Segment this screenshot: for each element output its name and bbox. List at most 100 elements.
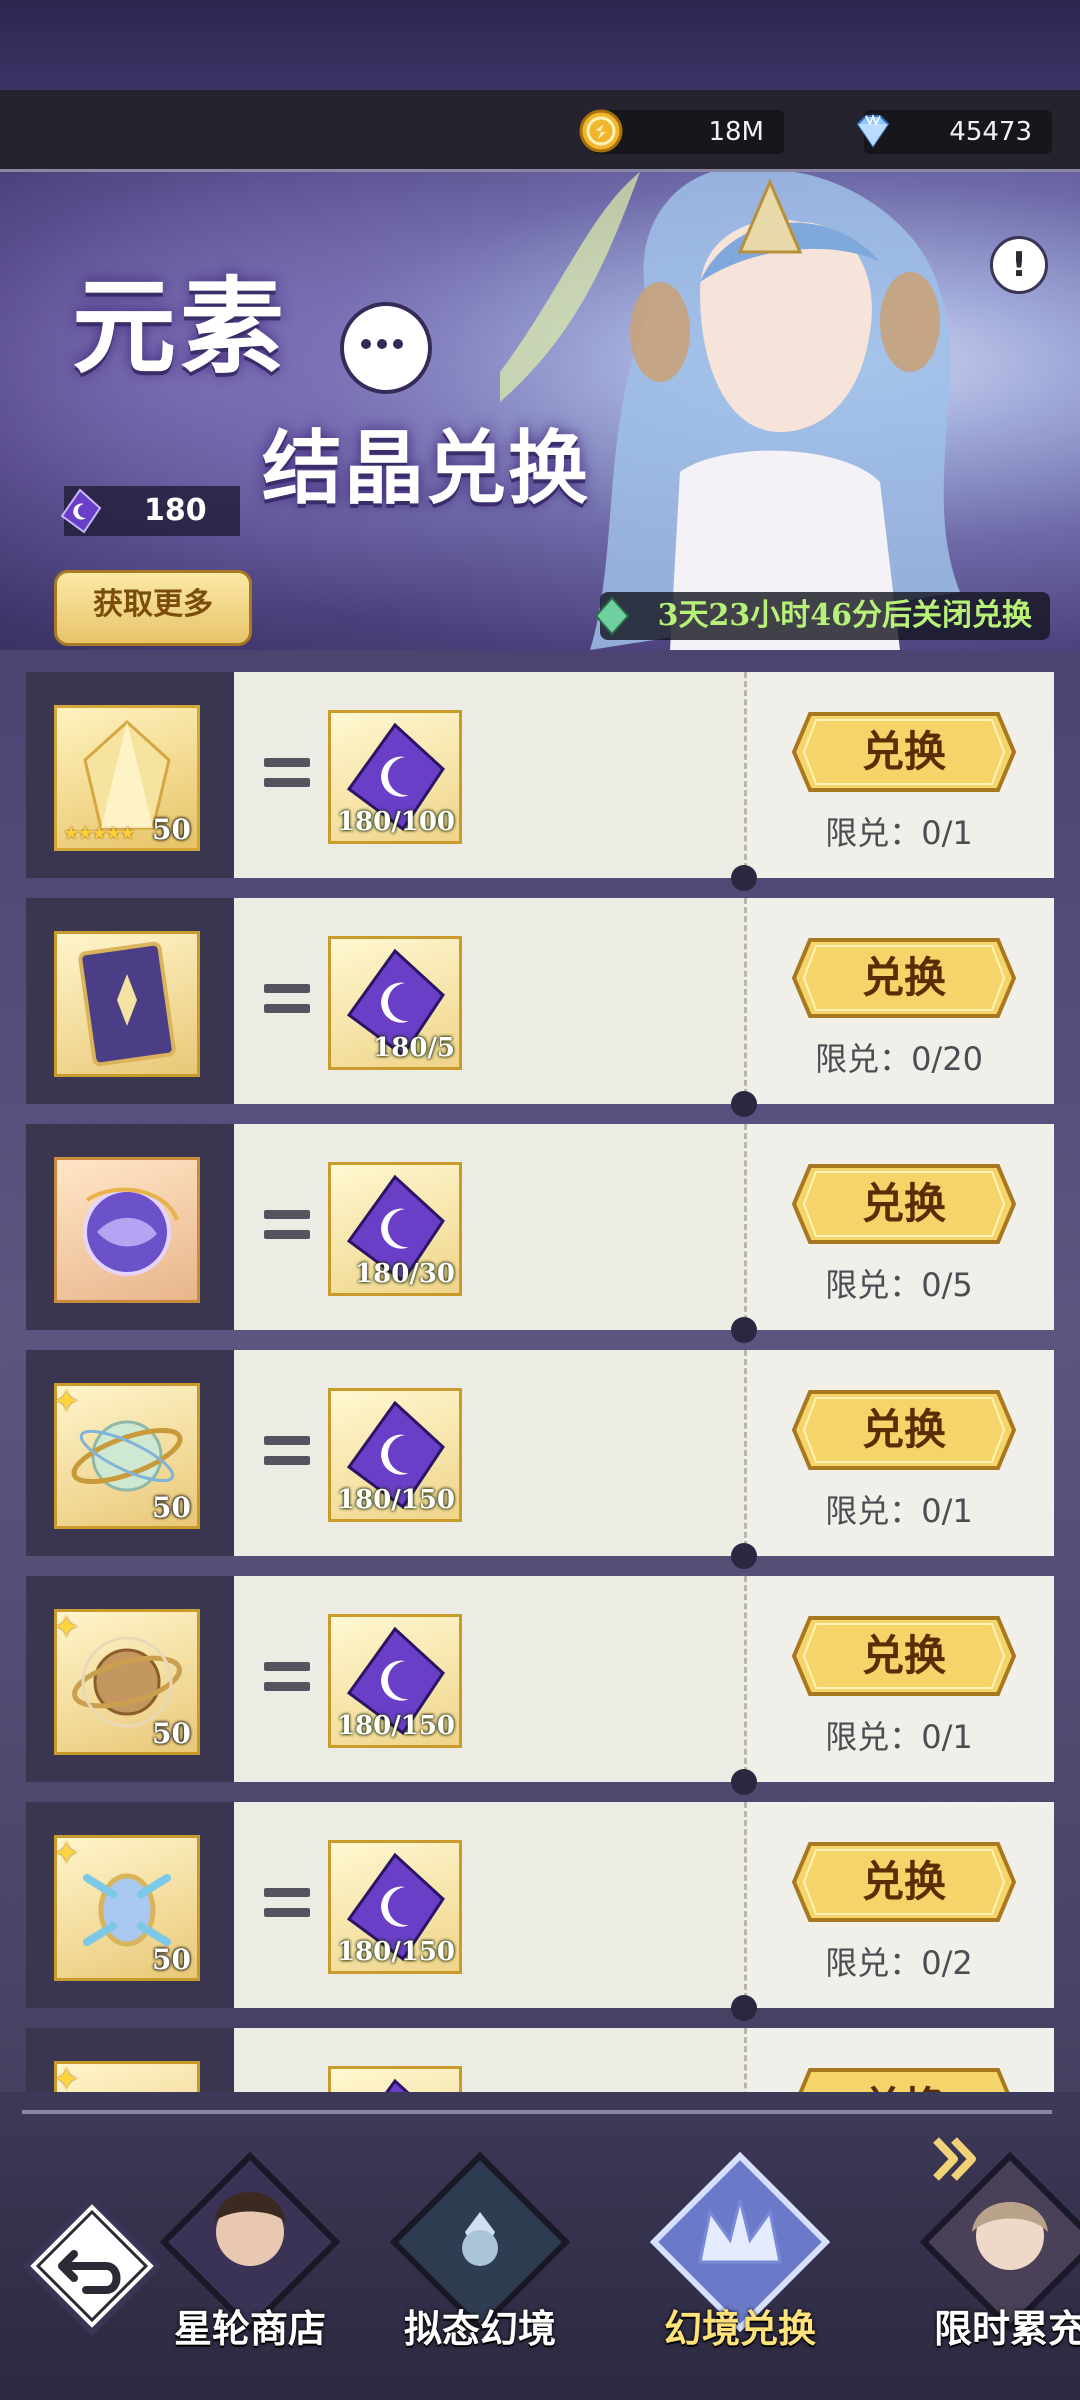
- info-icon: !: [1011, 245, 1027, 285]
- rarity-stars: ★★★★★: [63, 823, 136, 844]
- exchange-button-label-wrap: 兑换: [792, 1614, 1016, 1698]
- cost-quantity: 180/30: [355, 1259, 455, 1289]
- cost-item[interactable]: 180/150: [328, 1614, 462, 1748]
- nav-divider: [22, 2110, 1052, 2114]
- info-button[interactable]: !: [990, 236, 1048, 294]
- crystal-amount: 180: [144, 493, 207, 528]
- gold-coin-icon: [579, 109, 623, 153]
- exchange-button-label-wrap: 兑换: [792, 2066, 1016, 2092]
- cost-item[interactable]: [328, 2066, 462, 2092]
- exchange-row: ✦ 50 180/150 兑换 限兑：0/1: [26, 1350, 1054, 1556]
- row-middle-panel: [234, 1350, 744, 1556]
- exchange-button-label-wrap: 兑换: [792, 1840, 1016, 1924]
- exchange-button-label: 兑换: [861, 953, 946, 1002]
- ticket-notch: [731, 1317, 757, 1343]
- nav-tab-label: 限时累充: [933, 2306, 1080, 2351]
- exchange-button-label: 兑换: [861, 1179, 946, 1228]
- diamond-amount: 45473: [949, 117, 1032, 147]
- exchange-row: ✦ 50 180/150 兑换 限兑：0/2: [26, 1802, 1054, 2008]
- exchange-button-label: 兑换: [861, 1857, 946, 1906]
- get-more-label: 获取更多: [93, 587, 213, 622]
- exchange-limit: 限兑：0/2: [825, 1944, 973, 1982]
- cost-item[interactable]: 180/150: [328, 1388, 462, 1522]
- exchange-limit: 限兑：0/1: [825, 814, 973, 852]
- row-middle-panel: [234, 1576, 744, 1782]
- cost-quantity: 180/5: [373, 1033, 455, 1063]
- exchange-row: ✦ 兑换: [26, 2028, 1054, 2092]
- galaxy-orb-icon: [83, 1187, 179, 1276]
- exchange-limit: 限兑：0/20: [815, 1040, 983, 1078]
- reward-item[interactable]: ✦ 50: [53, 1834, 200, 1981]
- puzzle-badge-icon: ✦: [53, 2060, 80, 2092]
- reward-item[interactable]: [54, 931, 200, 1077]
- exchange-button-label-wrap: 兑换: [792, 936, 1016, 1020]
- countdown-text: 3天23小时46分后关闭兑换: [657, 598, 1032, 633]
- nav-tab-realm-exchange[interactable]: 幻境兑换: [610, 2148, 870, 2388]
- event-banner: 元素 结晶兑换 ! 180 获取更多 3天23小时46分后关闭兑换: [0, 172, 1080, 650]
- element-crystal-icon: [385, 2078, 410, 2092]
- equals-icon: [264, 1210, 310, 1244]
- cost-item[interactable]: 180/100: [328, 710, 462, 844]
- exchange-button-label-wrap: 兑换: [792, 710, 1016, 794]
- nav-tab-label: 拟态幻境: [403, 2306, 556, 2351]
- diamond-counter[interactable]: 45473: [856, 110, 1052, 154]
- nav-tab-limited-recharge[interactable]: 限时累充: [880, 2148, 1080, 2388]
- row-middle-panel: [234, 1802, 744, 2008]
- reward-item[interactable]: ✦ 50: [53, 1382, 200, 1529]
- back-button[interactable]: [22, 2196, 162, 2336]
- nav-tab-mimic-realm[interactable]: 拟态幻境: [350, 2148, 610, 2388]
- exchange-button-label: 兑换: [861, 1631, 946, 1680]
- reward-item[interactable]: ✦: [53, 2060, 200, 2092]
- banner-title-line1: 元素: [72, 265, 289, 388]
- gold-counter[interactable]: 18M: [579, 109, 784, 154]
- reward-item[interactable]: [54, 1157, 200, 1303]
- row-middle-panel: [234, 2028, 744, 2092]
- ticket-notch: [731, 1769, 757, 1795]
- equals-icon: [264, 1436, 310, 1470]
- cost-quantity: 180/150: [336, 1937, 455, 1967]
- diamond-icon: [856, 113, 890, 148]
- exchange-row: ✦ 50 180/150 兑换 限兑：0/1: [26, 1576, 1054, 1782]
- exchange-list[interactable]: ★★★★★ 50 180/100 兑换 限兑：0/1 180/5 兑换 限兑：0…: [26, 650, 1054, 2092]
- cost-item[interactable]: 180/150: [328, 1840, 462, 1974]
- reward-item[interactable]: ★★★★★ 50: [54, 705, 200, 851]
- cost-item[interactable]: 180/5: [328, 936, 462, 1070]
- cost-quantity: 180/100: [336, 807, 455, 837]
- equals-icon: [264, 1888, 310, 1922]
- exchange-button-label-wrap: 兑换: [792, 1162, 1016, 1246]
- element-crystal-icon: [60, 488, 102, 534]
- resource-bar: 18M 45473: [0, 90, 1080, 172]
- row-middle-panel: [234, 898, 744, 1104]
- exchange-button-label: 兑换: [792, 2066, 1016, 2092]
- reward-quantity: 50: [152, 1717, 191, 1750]
- top-background: [0, 0, 1080, 90]
- crystal-balance: 180: [60, 486, 240, 536]
- equals-icon: [264, 758, 310, 792]
- exchange-limit: 限兑：0/1: [825, 1718, 973, 1756]
- cost-quantity: 180/150: [336, 1485, 455, 1515]
- ticket-notch: [731, 865, 757, 891]
- ticket-notch: [731, 1543, 757, 1569]
- equals-icon: [264, 984, 310, 1018]
- equals-icon: [264, 1662, 310, 1696]
- exchange-limit: 限兑：0/1: [825, 1492, 973, 1530]
- ticket-notch: [731, 1995, 757, 2021]
- timer-gem-icon: [594, 596, 630, 636]
- card-icon: [78, 941, 176, 1067]
- nav-tab-label: 幻境兑换: [663, 2306, 816, 2351]
- row-middle-panel: [234, 1124, 744, 1330]
- exchange-button-label-wrap: 兑换: [792, 1388, 1016, 1472]
- chat-bubble-icon: [340, 302, 432, 394]
- exchange-row: 180/5 兑换 限兑：0/20: [26, 898, 1054, 1104]
- row-middle-panel: [234, 672, 744, 878]
- exchange-button-label: 兑换: [861, 727, 946, 776]
- reward-quantity: 50: [152, 1491, 191, 1524]
- cost-quantity: 180/150: [336, 1711, 455, 1741]
- exchange-row: ★★★★★ 50 180/100 兑换 限兑：0/1: [26, 672, 1054, 878]
- banner-title-line2: 结晶兑换: [262, 421, 590, 515]
- reward-item[interactable]: ✦ 50: [53, 1608, 200, 1755]
- exchange-button-label: 兑换: [861, 1405, 946, 1454]
- exchange-row: 180/30 兑换 限兑：0/5: [26, 1124, 1054, 1330]
- get-more-button[interactable]: 获取更多: [54, 570, 252, 646]
- cost-item[interactable]: 180/30: [328, 1162, 462, 1296]
